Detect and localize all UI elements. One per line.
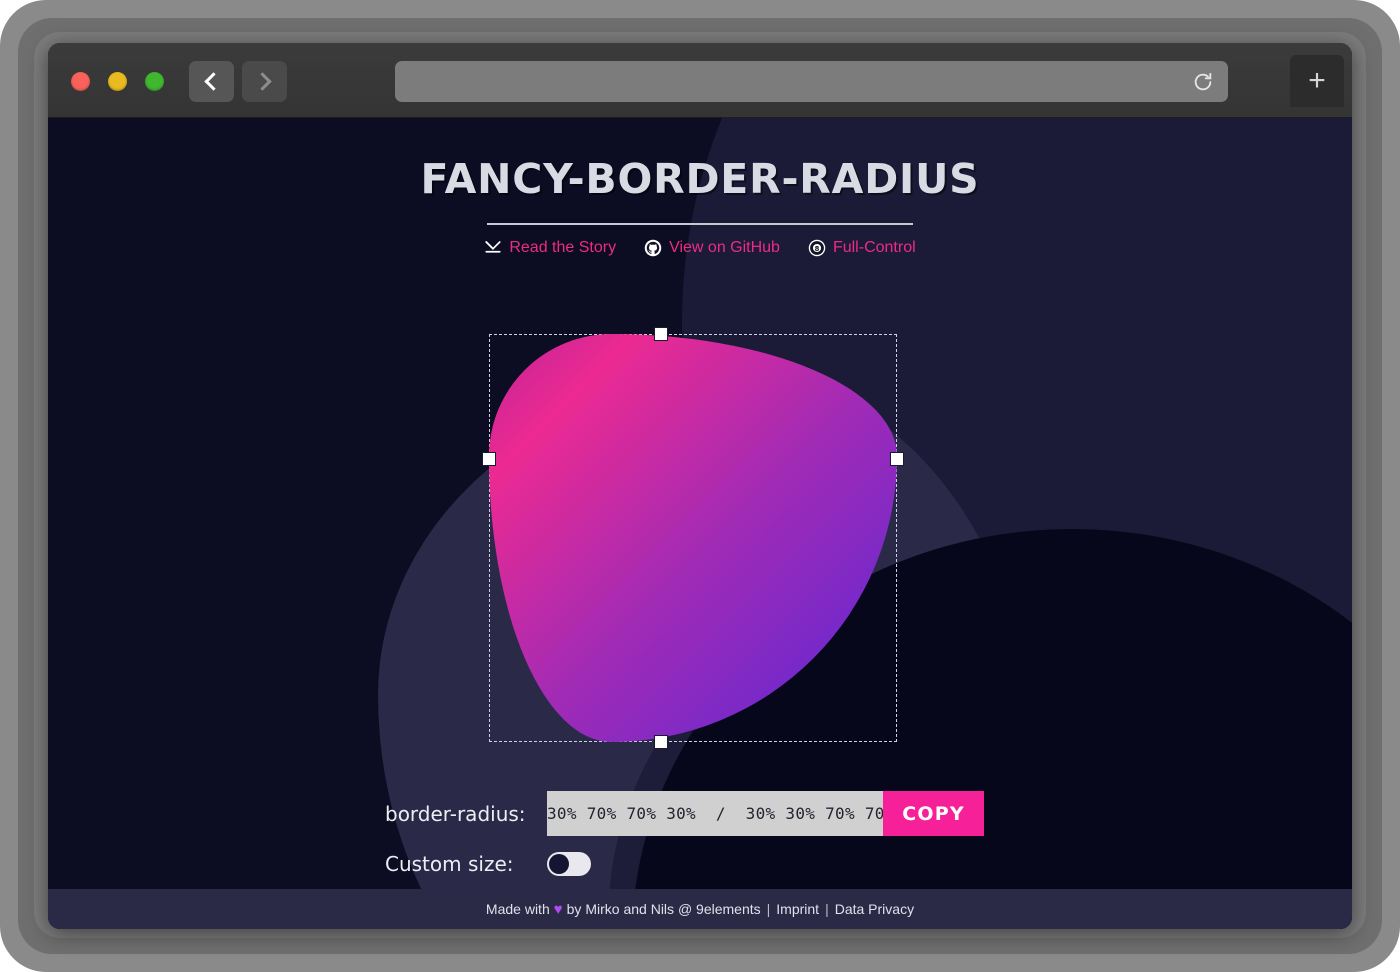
medium-icon (485, 241, 501, 253)
nav-link-full-control[interactable]: 8 Full-Control (808, 239, 916, 257)
chevron-left-icon (204, 72, 223, 91)
footer-company[interactable]: 9elements (696, 901, 761, 917)
forward-button[interactable] (242, 61, 287, 102)
browser-navigation-buttons (189, 61, 287, 102)
footer-data-privacy-link[interactable]: Data Privacy (835, 901, 914, 917)
heart-icon: ♥ (553, 900, 563, 918)
custom-size-label: Custom size: (385, 852, 514, 876)
eight-ball-icon: 8 (808, 239, 826, 257)
window-traffic-lights (71, 72, 164, 91)
custom-size-toggle[interactable] (547, 852, 591, 876)
footer-by: by (566, 901, 582, 917)
footer-and: and (623, 901, 647, 917)
custom-size-toggle-knob (549, 854, 569, 874)
page-content: FANCY-BORDER-RADIUS Read the Story View … (48, 118, 1352, 929)
resize-handle-top[interactable] (654, 327, 668, 341)
border-radius-label: border-radius: (385, 801, 526, 826)
footer-separator-1: | (766, 901, 771, 917)
border-radius-input[interactable] (547, 791, 883, 836)
footer-imprint-link[interactable]: Imprint (776, 901, 819, 917)
browser-toolbar: + (48, 43, 1352, 118)
footer-author-mirko[interactable]: Mirko (585, 901, 619, 917)
minimize-window-button[interactable] (108, 72, 127, 91)
monitor-frame: + FANCY-BORDER-RADIUS Read the Story Vie… (0, 0, 1400, 972)
new-tab-button[interactable]: + (1290, 55, 1344, 107)
svg-text:8: 8 (815, 245, 820, 253)
title-divider (487, 223, 913, 225)
github-icon (644, 239, 662, 257)
nav-link-label: Full-Control (832, 239, 916, 256)
resize-handle-bottom[interactable] (654, 735, 668, 749)
chevron-right-icon (253, 72, 272, 91)
footer-made-with: Made with (485, 901, 550, 917)
url-input[interactable] (409, 73, 1192, 90)
copy-button[interactable]: COPY (883, 791, 984, 836)
border-radius-field-group: COPY (547, 791, 984, 836)
nav-link-label: Read the Story (509, 239, 617, 256)
back-button[interactable] (189, 61, 234, 102)
nav-link-read-the-story[interactable]: Read the Story (484, 239, 616, 257)
controls-panel: border-radius: COPY Custom size: (385, 791, 1085, 892)
reload-icon[interactable] (1192, 71, 1214, 93)
site-footer: Made with ♥ by Mirko and Nils @ 9element… (48, 889, 1352, 929)
address-bar[interactable] (395, 61, 1228, 102)
nav-link-view-on-github[interactable]: View on GitHub (644, 239, 780, 257)
footer-separator-2: | (825, 901, 829, 917)
resize-handle-left[interactable] (482, 452, 496, 466)
border-radius-row: border-radius: COPY (385, 791, 1085, 836)
maximize-window-button[interactable] (145, 72, 164, 91)
header-nav-links: Read the Story View on GitHub 8 Full-Con… (48, 239, 1352, 257)
close-window-button[interactable] (71, 72, 90, 91)
footer-at: @ (677, 901, 693, 917)
footer-author-nils[interactable]: Nils (651, 901, 674, 917)
custom-size-row: Custom size: (385, 852, 1085, 876)
page-title: FANCY-BORDER-RADIUS (420, 155, 980, 203)
shape-preview-stage (482, 327, 904, 749)
site-header: FANCY-BORDER-RADIUS Read the Story View … (48, 118, 1352, 257)
page-viewport: FANCY-BORDER-RADIUS Read the Story View … (48, 118, 1352, 929)
browser-window: + FANCY-BORDER-RADIUS Read the Story Vie… (48, 43, 1352, 929)
resize-handle-right[interactable] (890, 452, 904, 466)
nav-link-label: View on GitHub (669, 239, 780, 256)
